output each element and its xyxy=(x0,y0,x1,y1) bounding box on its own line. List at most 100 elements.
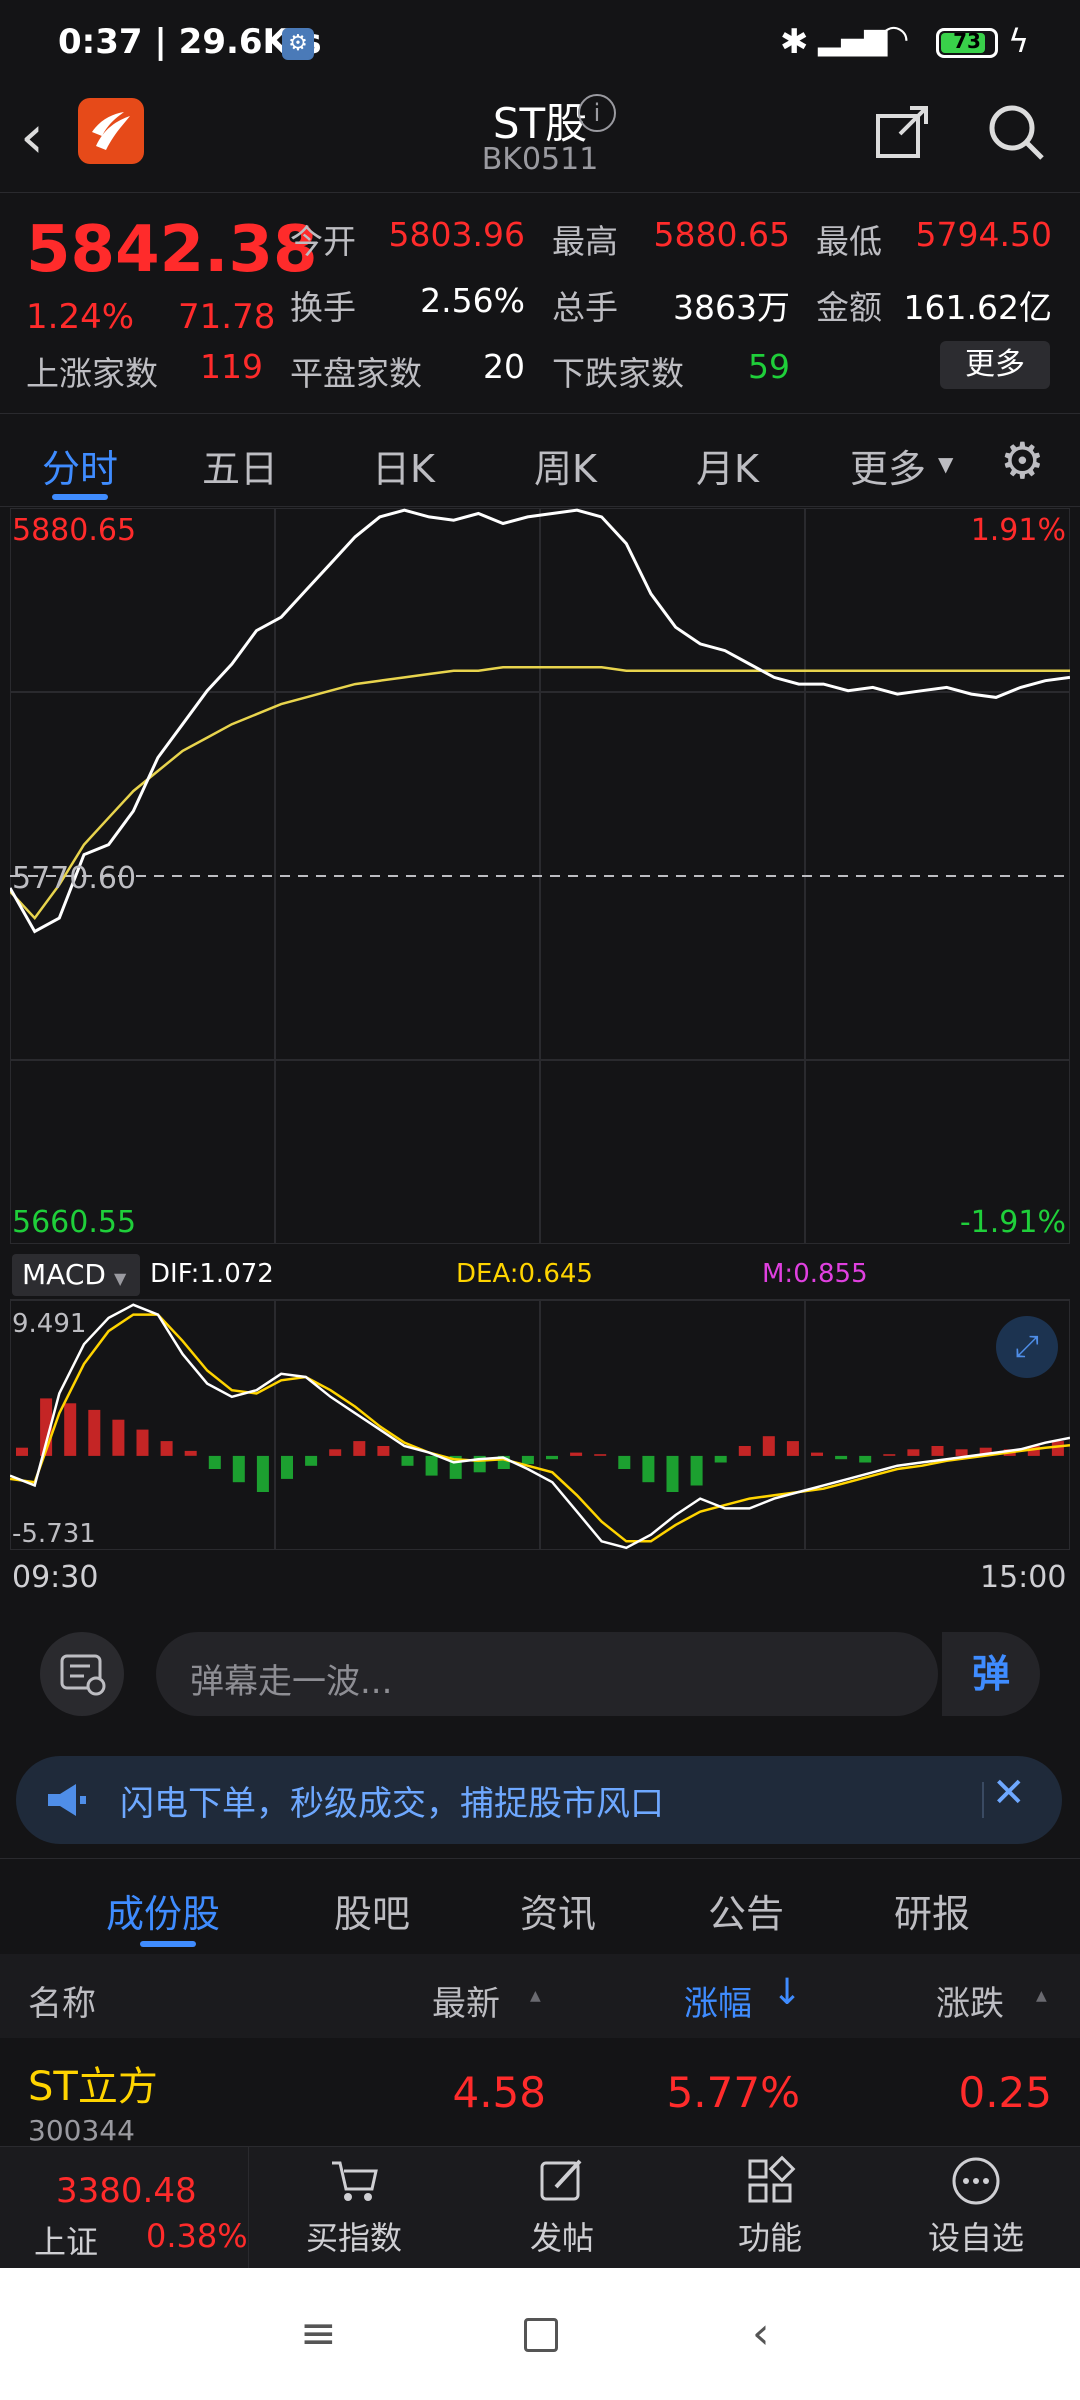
macd-bar xyxy=(521,1455,534,1465)
tab-constituents[interactable]: 成份股 xyxy=(106,1883,220,1938)
functions-button[interactable]: 功能 xyxy=(666,2153,874,2259)
macd-bar xyxy=(618,1455,631,1469)
info-tabs: 成份股 股吧 资讯 公告 研报 xyxy=(0,1858,1080,1953)
buy-index-button[interactable]: 买指数 xyxy=(250,2153,458,2259)
more-dots-icon xyxy=(872,2153,1080,2213)
search-icon[interactable] xyxy=(984,100,1048,168)
signal-icon: ▂▄▆ xyxy=(818,22,888,57)
dropdown-triangle-icon: ▼ xyxy=(113,1269,127,1288)
macd-dif-label: DIF:1.072 xyxy=(150,1259,274,1289)
change-percent: 1.24% xyxy=(26,297,135,337)
share-icon[interactable] xyxy=(872,102,932,166)
add-watchlist-label: 设自选 xyxy=(927,2219,1024,2257)
tab-underline xyxy=(52,494,108,500)
danmaku-settings-icon[interactable] xyxy=(40,1632,124,1716)
turnover-value: 2.56% xyxy=(420,281,525,320)
danmaku-toggle-button[interactable]: 弹 xyxy=(940,1632,1040,1716)
y-bottom-label: 5660.55 xyxy=(12,1205,136,1240)
post-button[interactable]: 发帖 xyxy=(458,2153,666,2259)
macd-bar xyxy=(329,1449,342,1456)
quote-panel: 5842.38 1.24% 71.78 上涨家数 119 今开 5803.96 … xyxy=(0,192,1080,414)
more-button[interactable]: 更多 xyxy=(940,341,1050,389)
high-value: 5880.65 xyxy=(653,215,790,254)
macd-bar xyxy=(160,1441,173,1456)
macd-bar xyxy=(425,1455,438,1476)
megaphone-icon xyxy=(42,1776,90,1828)
tab-five-day[interactable]: 五日 xyxy=(202,438,278,493)
macd-bar xyxy=(281,1455,293,1479)
rising-label: 上涨家数 xyxy=(26,354,158,393)
close-icon[interactable]: ✕ xyxy=(992,1770,1026,1816)
tab-forum[interactable]: 股吧 xyxy=(334,1883,410,1938)
column-change[interactable]: 涨跌 xyxy=(936,1976,1004,2025)
macd-bar xyxy=(377,1446,390,1456)
back-nav-icon[interactable]: ‹ xyxy=(752,2308,770,2359)
macd-bar xyxy=(16,1447,28,1456)
promo-banner[interactable]: 闪电下单，秒级成交，捕捉股市风口 ✕ xyxy=(16,1756,1062,1844)
status-bar: 0:37 | 29.6K/s ⚙ ✱ ▂▄▆ ◠ 73 ϟ xyxy=(0,0,1080,90)
sort-icon: ▲ xyxy=(530,1988,541,2004)
index-name: 上证 xyxy=(34,2223,99,2261)
macd-bar xyxy=(570,1452,583,1456)
macd-indicator-selector[interactable]: MACD ▼ xyxy=(12,1254,140,1296)
macd-bar xyxy=(88,1409,101,1456)
table-header: 名称 最新 ▲ 涨幅 ↓ 涨跌 ▲ xyxy=(0,1954,1080,2038)
macd-bar xyxy=(642,1455,655,1483)
chart-settings-icon[interactable]: ⚙ xyxy=(1000,432,1045,490)
intraday-chart[interactable]: 5880.65 5770.60 5660.55 1.91% -1.91% xyxy=(10,508,1070,1244)
expand-icon[interactable]: ⤢ xyxy=(996,1316,1058,1378)
macd-bar xyxy=(232,1455,245,1483)
edit-icon xyxy=(458,2153,666,2213)
tab-intraday[interactable]: 分时 xyxy=(42,438,118,493)
system-nav-bar: ≡ ‹ xyxy=(0,2268,1080,2400)
add-watchlist-button[interactable]: 设自选 xyxy=(872,2153,1080,2259)
tab-daily[interactable]: 日K xyxy=(372,438,435,493)
volume-value: 3863万 xyxy=(673,288,790,327)
sort-down-arrow-icon: ↓ xyxy=(772,1972,803,2013)
home-icon[interactable] xyxy=(524,2318,558,2352)
danmaku-row: 弹幕走一波... 弹 xyxy=(0,1610,1080,1750)
stock-latest: 4.58 xyxy=(452,2068,546,2117)
functions-label: 功能 xyxy=(737,2219,802,2257)
column-latest[interactable]: 最新 xyxy=(432,1976,500,2025)
tab-more[interactable]: 更多 xyxy=(850,438,926,493)
danmaku-input[interactable]: 弹幕走一波... xyxy=(156,1632,938,1716)
settings-icon: ⚙ xyxy=(282,28,314,60)
index-ticker[interactable]: 3380.48 上证 0.38% xyxy=(0,2147,249,2269)
turnover-label: 换手 xyxy=(290,288,356,327)
macd-bar xyxy=(762,1436,775,1456)
pct-bottom-label: -1.91% xyxy=(960,1205,1066,1240)
macd-bar xyxy=(112,1419,125,1456)
macd-bar xyxy=(883,1454,896,1456)
volume-label: 总手 xyxy=(552,288,618,327)
macd-bar xyxy=(401,1455,414,1466)
y-mid-label: 5770.60 xyxy=(12,861,136,896)
macd-bar xyxy=(931,1446,944,1456)
time-start-label: 09:30 xyxy=(12,1560,99,1595)
tab-weekly[interactable]: 周K xyxy=(534,438,597,493)
column-change-pct[interactable]: 涨幅 xyxy=(684,1976,752,2025)
charging-icon: ϟ xyxy=(1008,22,1030,60)
macd-bar xyxy=(256,1455,269,1492)
tab-research[interactable]: 研报 xyxy=(894,1883,970,1938)
info-icon[interactable]: i xyxy=(578,94,616,132)
buy-index-label: 买指数 xyxy=(305,2219,402,2257)
macd-chart[interactable]: DIF:1.072 DEA:0.645 M:0.855 9.491 -5.731 xyxy=(10,1250,1070,1550)
macd-bar xyxy=(208,1455,221,1469)
macd-bar xyxy=(955,1449,968,1456)
macd-bar xyxy=(305,1455,318,1466)
tab-announcements[interactable]: 公告 xyxy=(708,1883,784,1938)
tab-news[interactable]: 资讯 xyxy=(520,1883,596,1938)
banner-text: 闪电下单，秒级成交，捕捉股市风口 xyxy=(120,1784,664,1824)
open-label: 今开 xyxy=(290,222,356,261)
macd-bar xyxy=(594,1454,607,1456)
tab-monthly[interactable]: 月K xyxy=(696,438,759,493)
index-percent: 0.38% xyxy=(146,2217,248,2255)
table-row[interactable]: ST立方 300344 4.58 5.77% 0.25 xyxy=(0,2040,1080,2147)
menu-icon[interactable]: ≡ xyxy=(300,2308,337,2359)
macd-bar xyxy=(835,1455,848,1460)
battery-level: 73 xyxy=(953,29,981,53)
stock-change-pct: 5.77% xyxy=(666,2068,800,2117)
high-label: 最高 xyxy=(552,222,618,261)
header: ‹ ST股 i BK0511 xyxy=(0,90,1080,190)
